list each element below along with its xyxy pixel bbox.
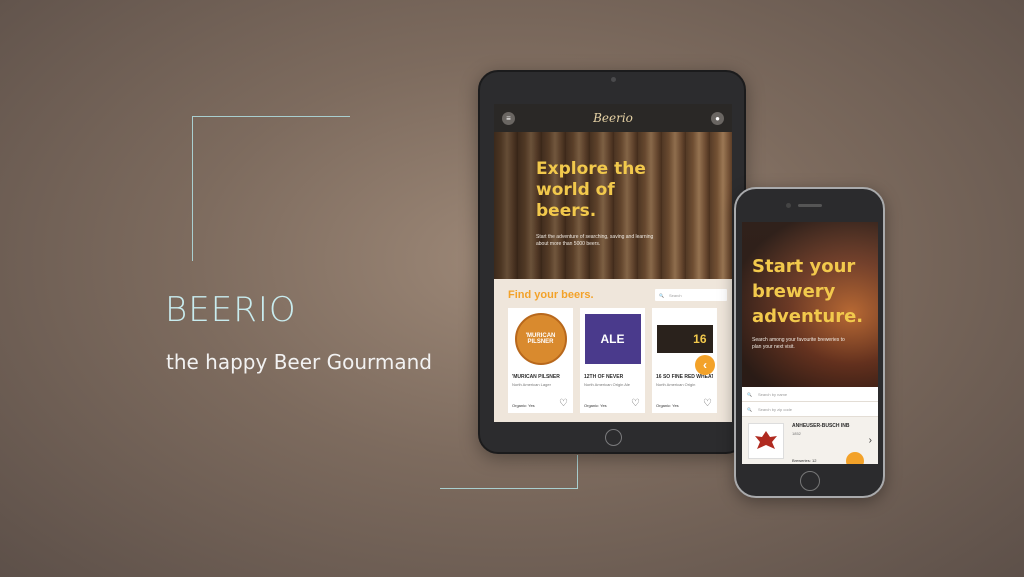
app-logo[interactable]: Beerio [593,111,633,125]
beer-style: North American Lager [512,382,551,387]
tablet-hero: Explore the world of beers. Start the ad… [494,132,732,279]
brewery-logo-image [748,423,784,459]
find-title: Find your beers. [508,289,594,301]
ale-label: ALE [584,314,641,364]
search-icon: 🔍 [747,406,752,412]
phone-fab-button[interactable] [846,452,864,464]
beer-name: 12TH OF NEVER [584,374,624,380]
find-bar: Find your beers. 🔍 Search [494,279,732,308]
tablet-camera [611,77,616,82]
phone-home-button[interactable] [800,471,820,491]
search-placeholder: Search [668,292,682,298]
wheat-label: 16 [656,325,713,353]
brewery-year: 1852 [792,431,801,436]
beer-card[interactable]: 'MURICAN PILSNER 'MURICAN PILSNER North … [508,308,573,413]
search-name-input[interactable]: 🔍 Search by name [742,387,878,402]
beer-organic: Organic: Yes [512,403,535,408]
tablet-home-button[interactable] [605,429,622,446]
frame-line-top [192,116,350,117]
heart-icon[interactable]: ♡ [703,398,712,409]
beer-organic: Organic: Yes [584,403,607,408]
tablet-screen: ≡ Beerio ● Explore the world of beers. S… [494,104,732,422]
search-icon: 🔍 [659,292,664,298]
beer-name: 'MURICAN PILSNER [512,374,560,380]
user-icon[interactable]: ● [710,111,724,125]
search-icon: 🔍 [747,391,752,397]
search-name-placeholder: Search by name [757,391,788,397]
frame-line-bottom [440,488,578,489]
phone-hero-text: Search among your favourite breweries to… [752,337,845,350]
phone-hero: Start your brewery adventure. Search amo… [742,222,878,387]
brand-title: BEERIO [165,290,297,330]
hero-text: Start the adventure of searching, saving… [536,234,654,247]
eagle-logo-icon [755,431,777,449]
beer-style: North American Origin Ale [584,382,631,387]
beer-style: North American Origin [656,382,696,387]
tablet-top-bar: ≡ Beerio ● [494,104,732,132]
hero-title: Explore the world of beers. [536,159,646,221]
frame-line-right [577,455,578,488]
beer-organic: Organic: Yes [656,403,679,408]
beer-label-image: ALE [584,312,641,366]
tablet-device: ≡ Beerio ● Explore the world of beers. S… [478,70,746,454]
heart-icon[interactable]: ♡ [559,398,568,409]
phone-camera [786,203,791,208]
beer-label-image: 'MURICAN PILSNER [512,312,569,366]
brand-tagline: the happy Beer Gourmand [166,350,432,374]
phone-screen: Start your brewery adventure. Search amo… [742,222,878,464]
phone-speaker [798,204,822,207]
brewery-name: ANHEUSER-BUSCH INB [792,423,850,429]
menu-icon[interactable]: ≡ [502,111,515,125]
phone-device: Start your brewery adventure. Search amo… [734,187,885,498]
search-zip-placeholder: Search by zip code [757,406,793,412]
search-zip-input[interactable]: 🔍 Search by zip code [742,402,878,417]
pilsner-label: 'MURICAN PILSNER [514,313,567,365]
brewery-count: Breweries: 12 [792,458,817,463]
scroll-back-button[interactable]: ‹ [695,355,715,375]
beer-search-input[interactable]: 🔍 Search [655,289,727,301]
chevron-right-icon[interactable]: › [869,435,872,446]
phone-hero-title: Start your brewery adventure. [752,256,864,327]
heart-icon[interactable]: ♡ [631,398,640,409]
frame-line-left [192,116,193,261]
beer-card[interactable]: ALE 12TH OF NEVER North American Origin … [580,308,645,413]
